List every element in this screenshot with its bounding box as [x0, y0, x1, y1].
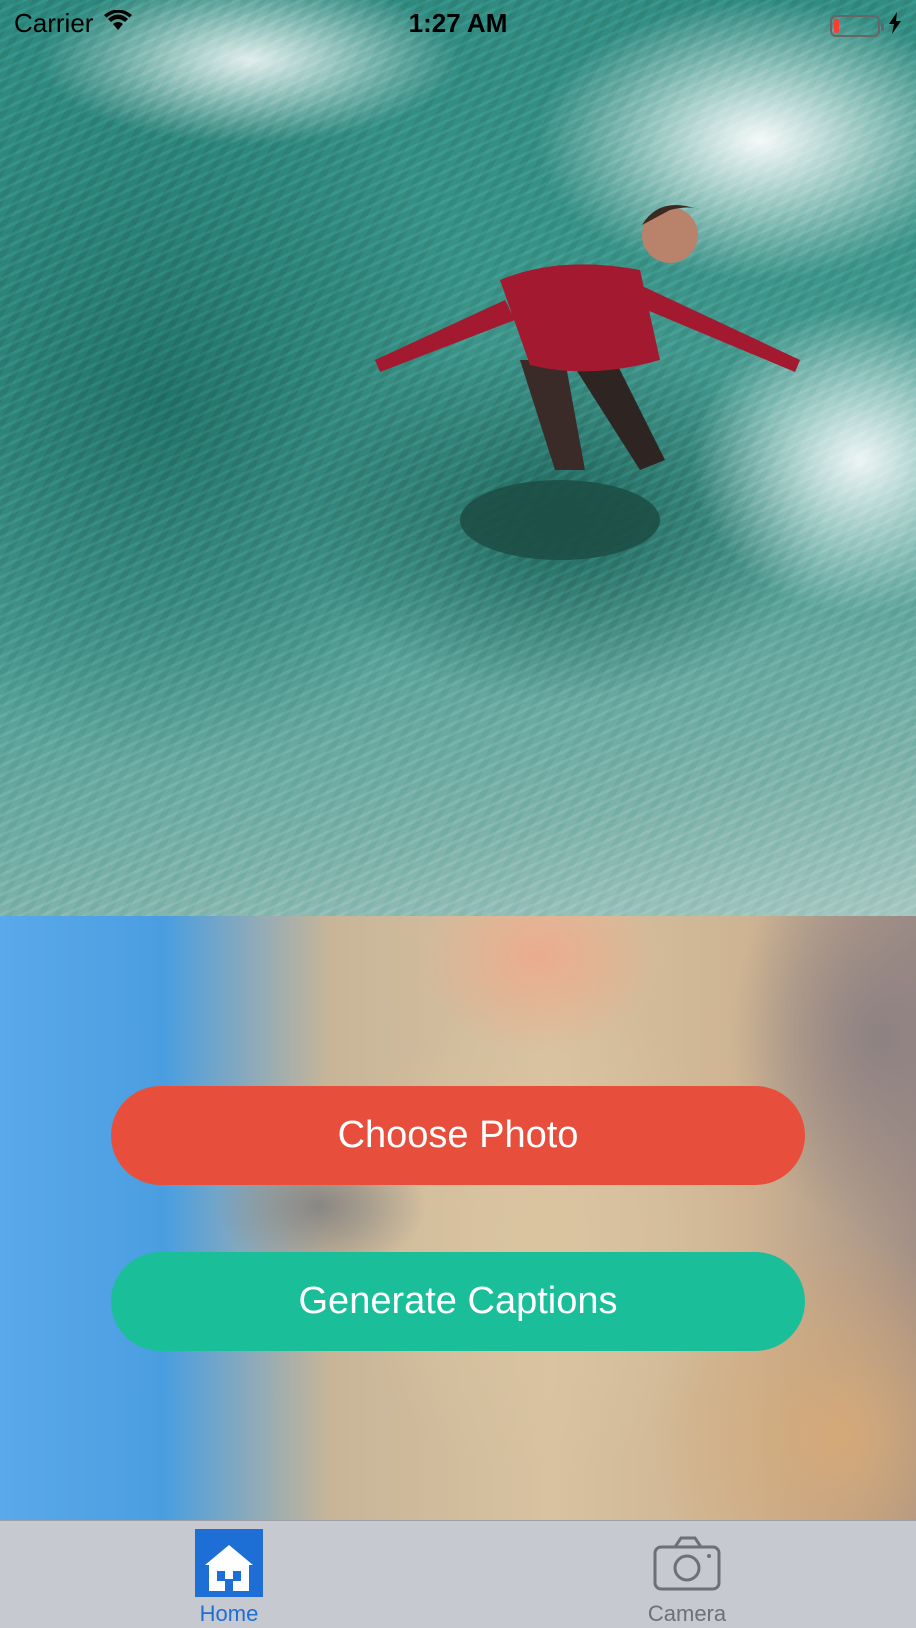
battery-icon [830, 14, 884, 37]
status-time: 1:27 AM [408, 8, 508, 38]
status-right [830, 10, 902, 41]
home-icon [195, 1529, 263, 1597]
surfer-torso [500, 264, 660, 372]
tab-home[interactable]: Home [0, 1521, 458, 1628]
camera-icon [653, 1529, 721, 1597]
generate-captions-button[interactable]: Generate Captions [111, 1252, 805, 1351]
surfer-arm-left [375, 300, 515, 372]
choose-photo-button[interactable]: Choose Photo [111, 1086, 805, 1185]
app-screen: Carrier 1:27 AM Choose Photo Generate Ca… [0, 0, 916, 1628]
surfer-illustration [375, 205, 800, 560]
selected-photo [0, 0, 916, 916]
charging-bolt-icon [888, 10, 902, 41]
blurred-background [0, 916, 916, 1520]
surfboard-shape [460, 480, 660, 560]
battery-level-fill [834, 18, 839, 33]
tab-bar: Home Camera [0, 1520, 916, 1628]
tab-home-label: Home [199, 1601, 259, 1626]
status-bar: Carrier 1:27 AM [0, 0, 916, 46]
surfer-leg-left [520, 360, 585, 470]
tab-camera-label: Camera [647, 1601, 727, 1626]
tab-camera[interactable]: Camera [458, 1521, 916, 1628]
